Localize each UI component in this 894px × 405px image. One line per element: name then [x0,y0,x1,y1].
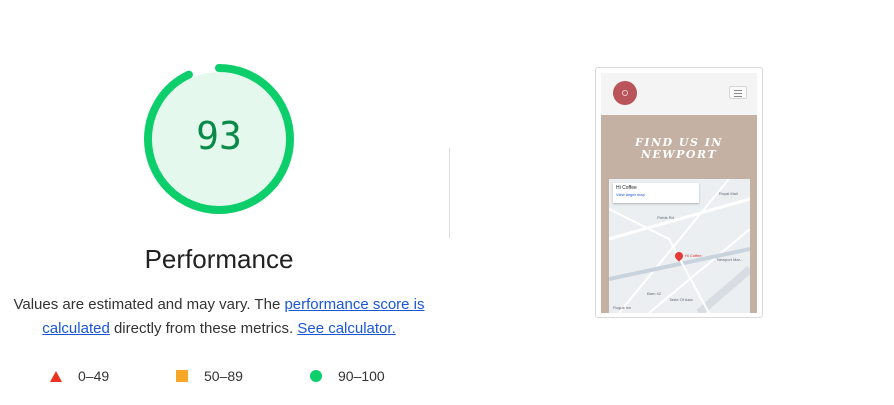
embedded-map: Hi Coffee View larger map Royal Mail Fie… [609,179,750,313]
site-header [601,73,757,115]
map-info-card: Hi Coffee View larger map [613,183,699,203]
map-label: Royal Mail [719,191,738,196]
score-description: Values are estimated and may vary. The p… [12,293,426,341]
square-average-icon [176,370,188,382]
hero-title: FIND US IN NEWPORT [601,137,757,161]
triangle-fail-icon [50,370,62,382]
legend-label-average: 50–89 [204,368,243,384]
map-label: Rogue Ice [613,305,632,310]
description-text-2: directly from these metrics. [109,320,298,337]
description-text-1: Values are estimated and may vary. The [13,296,285,313]
legend-item-pass: 90–100 [310,366,385,386]
legend-label-pass: 90–100 [338,368,385,384]
map-card-link: View larger map [616,192,645,197]
performance-gauge: 93 [142,62,296,216]
map-label: Barn 42 [647,291,662,296]
map-label: Newport Mar... [717,257,744,262]
see-calculator-link[interactable]: See calculator. [297,320,395,337]
legend-item-average: 50–89 [176,366,243,386]
site-logo [613,81,637,105]
legend-label-fail: 0–49 [78,368,110,384]
map-pin-label: Hi Coffee [685,253,702,258]
vertical-divider [449,148,450,238]
map-card-title: Hi Coffee [616,185,637,191]
legend-item-fail: 0–49 [50,366,109,386]
hero-title-line-2: NEWPORT [640,148,718,161]
category-title: Performance [144,244,294,274]
page-screenshot[interactable]: FIND US IN NEWPORT Hi Coffee View larger… [595,67,763,318]
map-label: Taste Of Asia [669,297,693,302]
circle-pass-icon [310,370,322,382]
hamburger-menu-icon [729,86,747,99]
map-label: Fields Rd [657,215,674,220]
hero-section: FIND US IN NEWPORT Hi Coffee View larger… [601,115,757,313]
performance-score: 93 [196,114,242,158]
